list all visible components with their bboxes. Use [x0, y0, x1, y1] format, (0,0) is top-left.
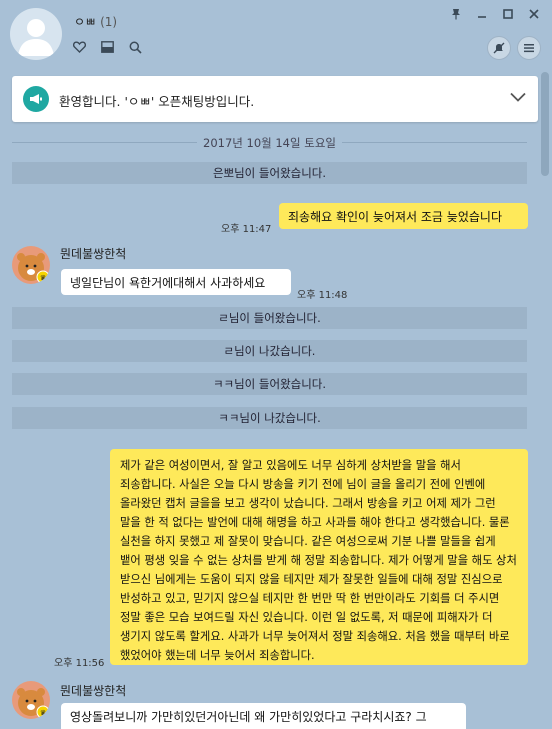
system-message: 은뽀님이 들어왔습니다.	[12, 162, 527, 184]
room-title: ㅇㅃ (1)	[74, 13, 117, 30]
system-message: ㄹ님이 들어왔습니다.	[12, 307, 527, 329]
menu-button[interactable]	[517, 36, 541, 60]
system-message: ㅋㅋ님이 나갔습니다.	[12, 407, 527, 429]
bell-off-icon	[493, 42, 505, 54]
hamburger-icon	[524, 44, 534, 53]
close-icon[interactable]	[528, 8, 540, 20]
svg-text:♛: ♛	[40, 274, 46, 282]
other-message-bubble[interactable]: 영상돌려보니까 가만히있던거아닌데 왜 가만히있었다고 구라치시죠? 그	[61, 703, 466, 729]
notice-banner[interactable]: 환영합니다. 'ㅇㅃ' 오픈채팅방입니다.	[12, 76, 538, 122]
my-message-bubble[interactable]: 죄송해요 확인이 늦어져서 조금 늦었습니다	[279, 203, 528, 229]
system-message: ㅋㅋ님이 들어왔습니다.	[12, 373, 527, 395]
room-avatar[interactable]	[10, 8, 62, 60]
ryan-character-icon: ♛	[17, 253, 50, 284]
sender-name: 뭔데불쌍한척	[60, 247, 127, 261]
message-time: 오후 11:56	[54, 658, 105, 669]
svg-text:♛: ♛	[40, 709, 46, 717]
search-icon[interactable]	[128, 40, 142, 54]
member-count: (1)	[100, 15, 118, 29]
heart-icon[interactable]	[72, 40, 86, 54]
message-time: 오후 11:48	[297, 290, 348, 301]
other-message-bubble[interactable]: 넹일단님이 욕한거에대해서 사과하세요	[61, 269, 291, 295]
minimize-icon[interactable]	[476, 8, 488, 20]
maximize-icon[interactable]	[502, 8, 514, 20]
my-message-bubble[interactable]: 제가 같은 여성이면서, 잘 알고 있음에도 너무 심하게 상처받을 말을 해서…	[110, 449, 528, 665]
chevron-down-icon[interactable]	[510, 91, 526, 105]
room-name: ㅇㅃ	[74, 15, 97, 29]
notice-text: 환영합니다. 'ㅇㅃ' 오픈채팅방입니다.	[59, 94, 255, 109]
date-label: 2017년 10월 14일 토요일	[197, 136, 342, 150]
scrollbar-thumb[interactable]	[541, 72, 549, 176]
default-profile-icon	[18, 19, 54, 56]
pin-icon[interactable]	[450, 8, 462, 20]
system-message: ㄹ님이 나갔습니다.	[12, 340, 527, 362]
date-divider: 2017년 10월 14일 토요일	[12, 134, 527, 150]
chat-header: ㅇㅃ (1)	[0, 0, 552, 66]
mute-button[interactable]	[487, 36, 511, 60]
inbox-icon[interactable]	[100, 40, 114, 54]
sender-name: 뭔데불쌍한척	[60, 684, 127, 698]
megaphone-icon	[23, 86, 49, 112]
sender-avatar[interactable]: ♛	[12, 246, 50, 284]
ryan-character-icon: ♛	[17, 688, 50, 719]
message-time: 오후 11:47	[221, 224, 272, 235]
sender-avatar[interactable]: ♛	[12, 681, 50, 719]
